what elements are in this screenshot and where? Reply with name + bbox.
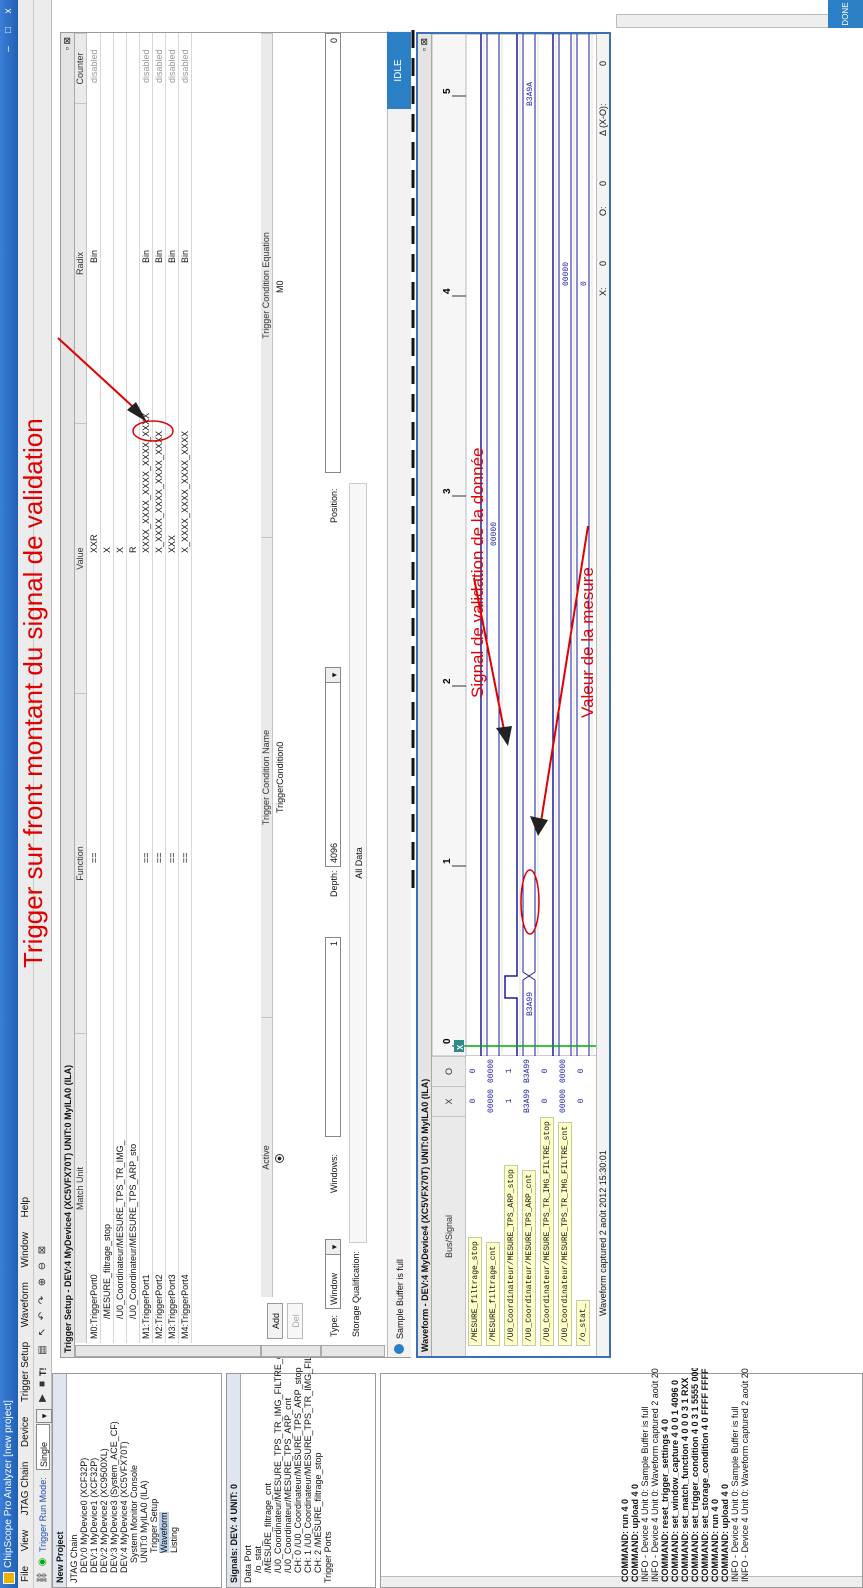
annotation-arrows — [57, 28, 589, 935]
validation-arrow — [473, 577, 507, 741]
trigger-highlight-ellipse — [132, 420, 174, 442]
mesure-highlight-ellipse — [520, 869, 540, 935]
validation-arrowhead — [496, 726, 512, 746]
mesure-arrowhead — [530, 816, 548, 836]
trigger-arrow — [57, 337, 144, 417]
mesure-arrow — [539, 525, 589, 829]
